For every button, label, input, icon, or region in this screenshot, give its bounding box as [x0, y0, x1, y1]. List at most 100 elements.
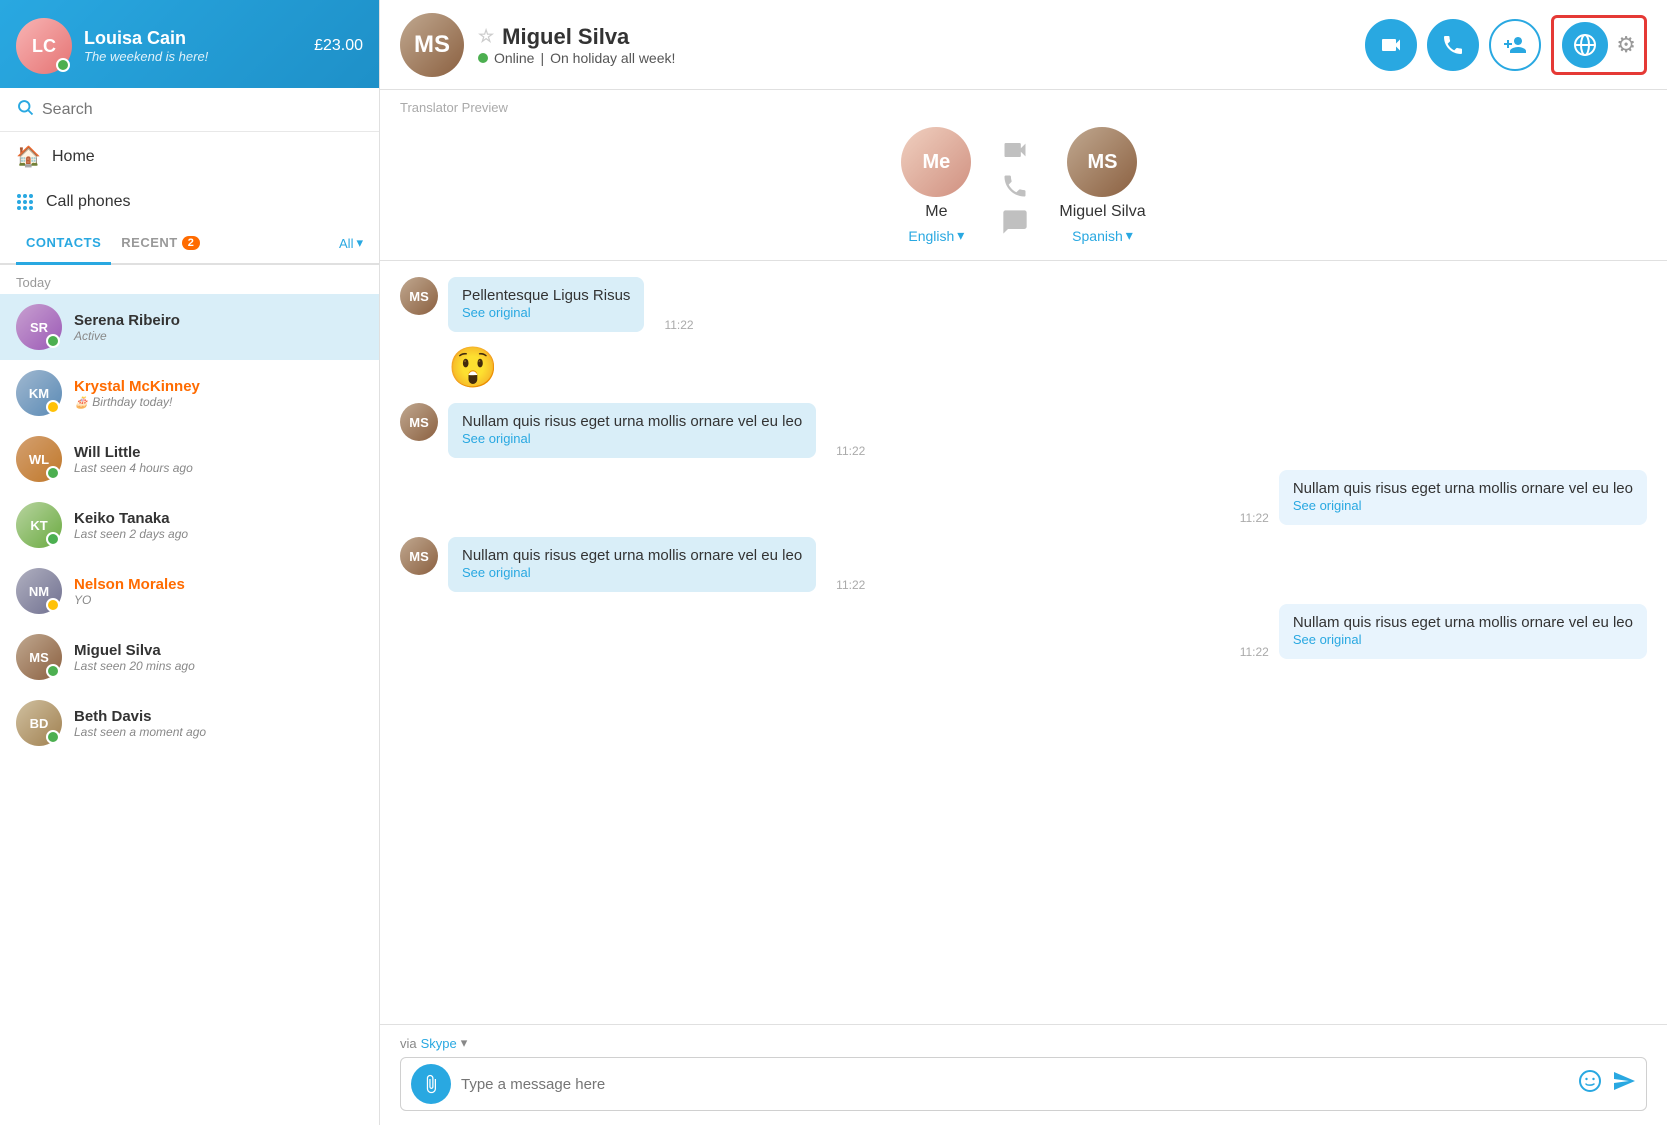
see-original-6[interactable]: See original: [1293, 632, 1362, 647]
chat-header-name: ☆ Miguel Silva: [478, 24, 1351, 50]
send-button[interactable]: [1612, 1069, 1636, 1099]
divider-video-icon: [1001, 136, 1029, 164]
user-name: Louisa Cain: [84, 28, 302, 49]
header-actions: ⚙: [1365, 15, 1647, 75]
contact-item-krystal[interactable]: KM Krystal McKinney 🎂 Birthday today!: [0, 360, 379, 426]
nav-item-callphones[interactable]: Call phones: [0, 181, 379, 223]
msg-bubble-1: Pellentesque Ligus Risus See original: [448, 277, 644, 332]
chat-header-avatar: MS: [400, 13, 464, 77]
user-credit[interactable]: £23.00: [314, 37, 363, 55]
msg-text-6: Nullam quis risus eget urna mollis ornar…: [1293, 614, 1633, 631]
translator-contact-name: Miguel Silva: [1059, 203, 1145, 221]
attach-button[interactable]: [411, 1064, 451, 1104]
user-avatar-container[interactable]: LC: [16, 18, 72, 74]
contact-item-nelson[interactable]: NM Nelson Morales YO: [0, 558, 379, 624]
nelson-name: Nelson Morales: [74, 576, 363, 593]
user-status-dot: [56, 58, 70, 72]
msg-text-5: Nullam quis risus eget urna mollis ornar…: [462, 547, 802, 564]
miguel-name: Miguel Silva: [74, 642, 363, 659]
msg-bubble-3: Nullam quis risus eget urna mollis ornar…: [448, 403, 816, 458]
keiko-name: Keiko Tanaka: [74, 510, 363, 527]
input-row: [400, 1057, 1647, 1111]
msg-text-4: Nullam quis risus eget urna mollis ornar…: [1293, 480, 1633, 497]
see-original-4[interactable]: See original: [1293, 498, 1362, 513]
keiko-avatar-container: KT: [16, 502, 62, 548]
emoji-shocked: 😲: [448, 344, 498, 391]
translator-preview: Me Me English ▾: [400, 127, 1647, 244]
krystal-avatar-container: KM: [16, 370, 62, 416]
add-contact-button[interactable]: [1489, 19, 1541, 71]
settings-button[interactable]: ⚙: [1616, 32, 1636, 58]
serena-status: [46, 334, 60, 348]
tab-contacts[interactable]: CONTACTS: [16, 223, 111, 265]
krystal-sub: 🎂 Birthday today!: [74, 395, 363, 409]
tab-recent[interactable]: RECENT 2: [111, 223, 210, 265]
translator-me: Me Me English ▾: [901, 127, 971, 244]
contact-language-select[interactable]: Spanish ▾: [1072, 227, 1133, 244]
msg-time-3: 11:22: [836, 444, 865, 458]
serena-info: Serena Ribeiro Active: [74, 312, 363, 343]
messages-area: MS Pellentesque Ligus Risus See original…: [380, 261, 1667, 1024]
translator-label: Translator Preview: [400, 100, 1647, 115]
contact-item-miguel[interactable]: MS Miguel Silva Last seen 20 mins ago: [0, 624, 379, 690]
contact-item-keiko[interactable]: KT Keiko Tanaka Last seen 2 days ago: [0, 492, 379, 558]
msg-avatar-miguel-5: MS: [400, 537, 438, 575]
translator-section: Translator Preview Me Me English ▾: [380, 90, 1667, 261]
see-original-1[interactable]: See original: [462, 305, 531, 320]
chat-header-info: ☆ Miguel Silva Online | On holiday all w…: [478, 24, 1351, 66]
msg-avatar-miguel-1: MS: [400, 277, 438, 315]
message-row-3: MS Nullam quis risus eget urna mollis or…: [400, 403, 1647, 458]
msg-avatar-miguel-3: MS: [400, 403, 438, 441]
nelson-sub: YO: [74, 593, 363, 607]
translator-settings-box: ⚙: [1551, 15, 1647, 75]
msg-text-3: Nullam quis risus eget urna mollis ornar…: [462, 413, 802, 430]
voice-call-button[interactable]: [1427, 19, 1479, 71]
msg-bubble-6: Nullam quis risus eget urna mollis ornar…: [1279, 604, 1647, 659]
translator-me-avatar: Me: [901, 127, 971, 197]
via-skype[interactable]: Skype: [421, 1036, 457, 1051]
user-info: Louisa Cain The weekend is here!: [84, 28, 302, 64]
user-avatar-initials: LC: [32, 36, 56, 57]
message-row-1: MS Pellentesque Ligus Risus See original…: [400, 277, 1647, 332]
emoji-picker-button[interactable]: [1578, 1069, 1602, 1099]
message-input[interactable]: [461, 1076, 1568, 1093]
star-icon[interactable]: ☆: [478, 26, 494, 47]
contact-item-serena[interactable]: SR Serena Ribeiro Active: [0, 294, 379, 360]
msg-bubble-5: Nullam quis risus eget urna mollis ornar…: [448, 537, 816, 592]
user-status-text: The weekend is here!: [84, 49, 302, 64]
message-input-area: via Skype ▾: [380, 1024, 1667, 1125]
nelson-avatar-container: NM: [16, 568, 62, 614]
serena-name: Serena Ribeiro: [74, 312, 363, 329]
divider-chat-icon: [1001, 208, 1029, 236]
me-language-select[interactable]: English ▾: [908, 227, 964, 244]
miguel-sub: Last seen 20 mins ago: [74, 659, 363, 673]
nav-item-home[interactable]: 🏠 Home: [0, 132, 379, 181]
serena-sub: Active: [74, 329, 363, 343]
emoji-row: 😲: [400, 344, 1647, 391]
tabs-row: CONTACTS RECENT 2 All ▾: [0, 223, 379, 265]
all-filter[interactable]: All ▾: [339, 235, 363, 251]
translator-contact-avatar: MS: [1067, 127, 1137, 197]
search-icon: [16, 98, 34, 121]
krystal-status: [46, 400, 60, 414]
see-original-3[interactable]: See original: [462, 431, 531, 446]
search-input[interactable]: [42, 101, 363, 119]
will-sub: Last seen 4 hours ago: [74, 461, 363, 475]
chat-header: MS ☆ Miguel Silva Online | On holiday al…: [380, 0, 1667, 90]
miguel-info: Miguel Silva Last seen 20 mins ago: [74, 642, 363, 673]
see-original-5[interactable]: See original: [462, 565, 531, 580]
miguel-status: [46, 664, 60, 678]
message-row-4: 11:22 Nullam quis risus eget urna mollis…: [400, 470, 1647, 525]
video-call-button[interactable]: [1365, 19, 1417, 71]
chat-header-status: Online | On holiday all week!: [478, 50, 1351, 66]
divider-phone-icon: [1001, 172, 1029, 200]
miguel-avatar-container: MS: [16, 634, 62, 680]
contact-item-will[interactable]: WL Will Little Last seen 4 hours ago: [0, 426, 379, 492]
beth-avatar-container: BD: [16, 700, 62, 746]
translator-button[interactable]: [1562, 22, 1608, 68]
will-name: Will Little: [74, 444, 363, 461]
nelson-status: [46, 598, 60, 612]
msg-time-1: 11:22: [664, 318, 693, 332]
contact-item-beth[interactable]: BD Beth Davis Last seen a moment ago: [0, 690, 379, 756]
translator-divider: [1001, 136, 1029, 236]
